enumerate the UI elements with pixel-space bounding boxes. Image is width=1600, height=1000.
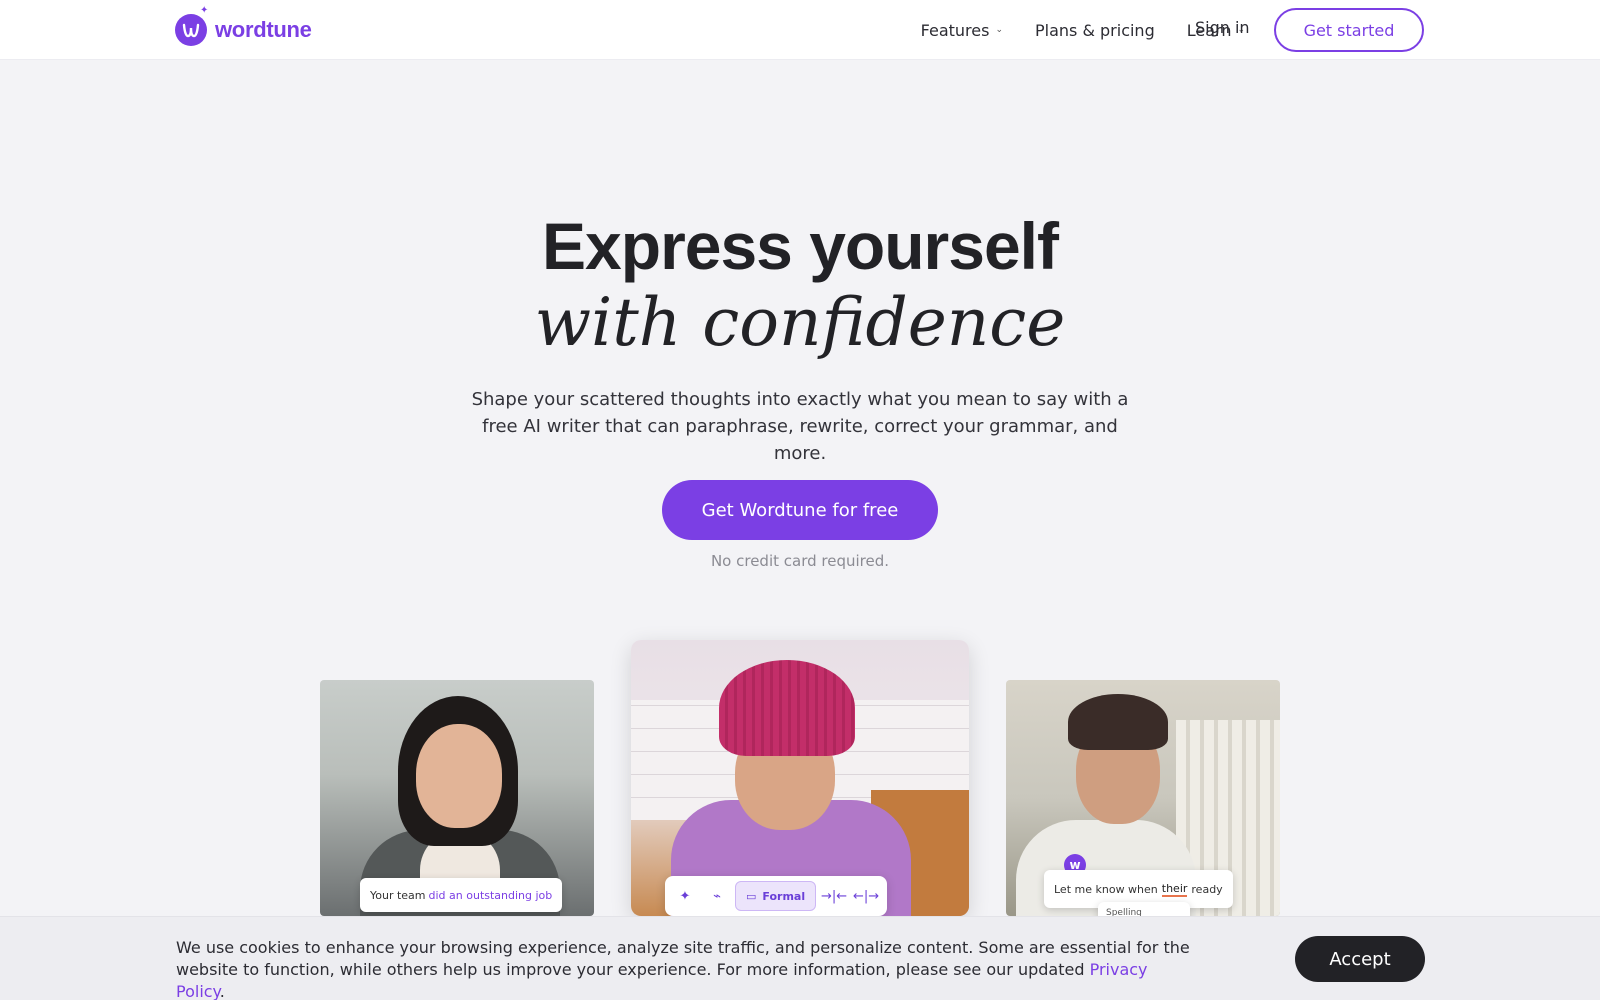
shoe-icon[interactable]: ⌁ [703,882,731,910]
testimonial-photo-right: w Let me know when their ready Spelling [1006,680,1280,916]
cookie-text: We use cookies to enhance your browsing … [176,937,1196,1000]
briefcase-icon: ▭ [746,889,757,903]
cookie-banner: We use cookies to enhance your browsing … [0,916,1600,1000]
nav-item-plans-pricing[interactable]: Plans & pricing [1035,21,1155,40]
nav-item-label: Features [920,20,990,40]
shorten-icon[interactable]: →|← [820,882,848,910]
get-started-button[interactable]: Get started [1274,8,1424,52]
chip-text: Let me know when [1054,882,1158,896]
testimonial-photo-middle: ✦ ⌁ ▭ Formal →|← ←|→ [631,640,969,916]
hero-title-italic: with confidence [534,284,1066,361]
cookie-message: We use cookies to enhance your browsing … [176,938,1190,979]
chip-highlight: did an outstanding job [428,888,553,902]
spelling-suggestion-popup: Spelling [1098,902,1190,916]
expand-icon[interactable]: ←|→ [852,882,880,910]
chip-text-suffix: ready [1191,882,1223,896]
get-wordtune-free-button[interactable]: Get Wordtune for free [662,480,938,540]
formal-label: Formal [762,889,806,903]
wordtune-logo[interactable]: ✦ wordtune [175,6,312,49]
beanie-hat [719,660,855,756]
testimonial-photo-left: Your team did an outstanding job [320,680,594,916]
nav-item-label: Plans & pricing [1034,20,1155,40]
sparkle-icon[interactable]: ✦ [671,882,699,910]
accept-cookies-button[interactable]: Accept [1295,936,1425,982]
sign-in-link[interactable]: Sign in [1195,18,1250,37]
hero-subtitle: Shape your scattered thoughts into exact… [471,389,1129,464]
person-face [416,724,502,828]
nav-item-features[interactable]: Features ⌄ [921,21,1003,40]
chevron-down-icon: ⌄ [995,25,1003,35]
brand-name: wordtune [215,17,312,42]
chip-error-word[interactable]: their [1161,882,1188,897]
chip-text: Your team [370,888,426,902]
spelling-label: Spelling [1106,908,1142,916]
sparkle-icon: ✦ [200,5,209,16]
beanie-hat [1068,694,1168,750]
wordtune-logo-icon: ✦ [175,6,208,46]
top-navbar: ✦ wordtune Features ⌄ Plans & pricing Le… [0,0,1600,60]
formal-tone-button[interactable]: ▭ Formal [735,881,817,911]
rewrite-toolbar: ✦ ⌁ ▭ Formal →|← ←|→ [665,876,887,916]
hero-title: Express yourself [542,209,1059,283]
suggestion-chip: Your team did an outstanding job [360,878,563,912]
no-credit-card-note: No credit card required. [710,552,890,570]
cookie-trailing: . [219,982,225,1000]
